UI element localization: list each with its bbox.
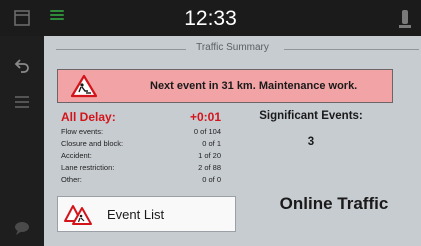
stat-label: Closure and block:: [61, 139, 124, 148]
stat-label: Flow events:: [61, 127, 104, 136]
status-bar: 12:33: [0, 0, 421, 36]
online-traffic-label: Online Traffic: [279, 194, 389, 213]
back-arrow-icon[interactable]: [12, 56, 32, 76]
stat-label: Lane restriction:: [61, 163, 115, 172]
chat-icon[interactable]: [12, 218, 32, 238]
stat-value: 2 of 88: [198, 163, 221, 172]
clock: 12:33: [184, 7, 237, 30]
left-rail: [0, 36, 44, 246]
stat-value: 0 of 1: [202, 139, 221, 148]
significant-events-count: 3: [307, 136, 315, 148]
page-header: Traffic Summary: [44, 36, 421, 64]
stat-value: 0 of 0: [202, 175, 221, 184]
stat-row: Other: 0 of 0: [61, 175, 221, 185]
stat-value: 1 of 20: [198, 151, 221, 160]
stat-label: Accident:: [61, 151, 92, 160]
stat-row: Accident: 1 of 20: [61, 151, 221, 161]
alert-text: Next event in 31 km. Maintenance work.: [150, 80, 358, 92]
event-list-label: Event List: [107, 207, 165, 222]
significant-events: Significant Events: 3: [229, 106, 393, 156]
title-divider-right: [284, 49, 419, 50]
all-delay-label: All Delay:: [61, 110, 116, 124]
traffic-events-icon: [64, 205, 92, 225]
traffic-summary-panel: Traffic Summary Next event in 31 km. Mai…: [44, 36, 421, 246]
stat-row: Flow events: 0 of 104: [61, 127, 221, 137]
stat-label: Other:: [61, 175, 82, 184]
all-delay-row: All Delay: +0:01: [61, 110, 221, 124]
significant-events-title: Significant Events:: [259, 110, 363, 122]
menu-icon[interactable]: [12, 92, 32, 112]
stat-row: Closure and block: 0 of 1: [61, 139, 221, 149]
all-delay-value: +0:01: [189, 110, 221, 124]
stat-value: 0 of 104: [193, 127, 221, 136]
roadworks-warning-icon: [70, 74, 98, 98]
event-list-button[interactable]: Event List: [57, 196, 236, 232]
page-title: Traffic Summary: [196, 42, 269, 53]
stat-row: Lane restriction: 2 of 88: [61, 163, 221, 173]
gps-antenna-icon: [399, 10, 411, 28]
next-event-alert[interactable]: Next event in 31 km. Maintenance work.: [57, 69, 393, 103]
